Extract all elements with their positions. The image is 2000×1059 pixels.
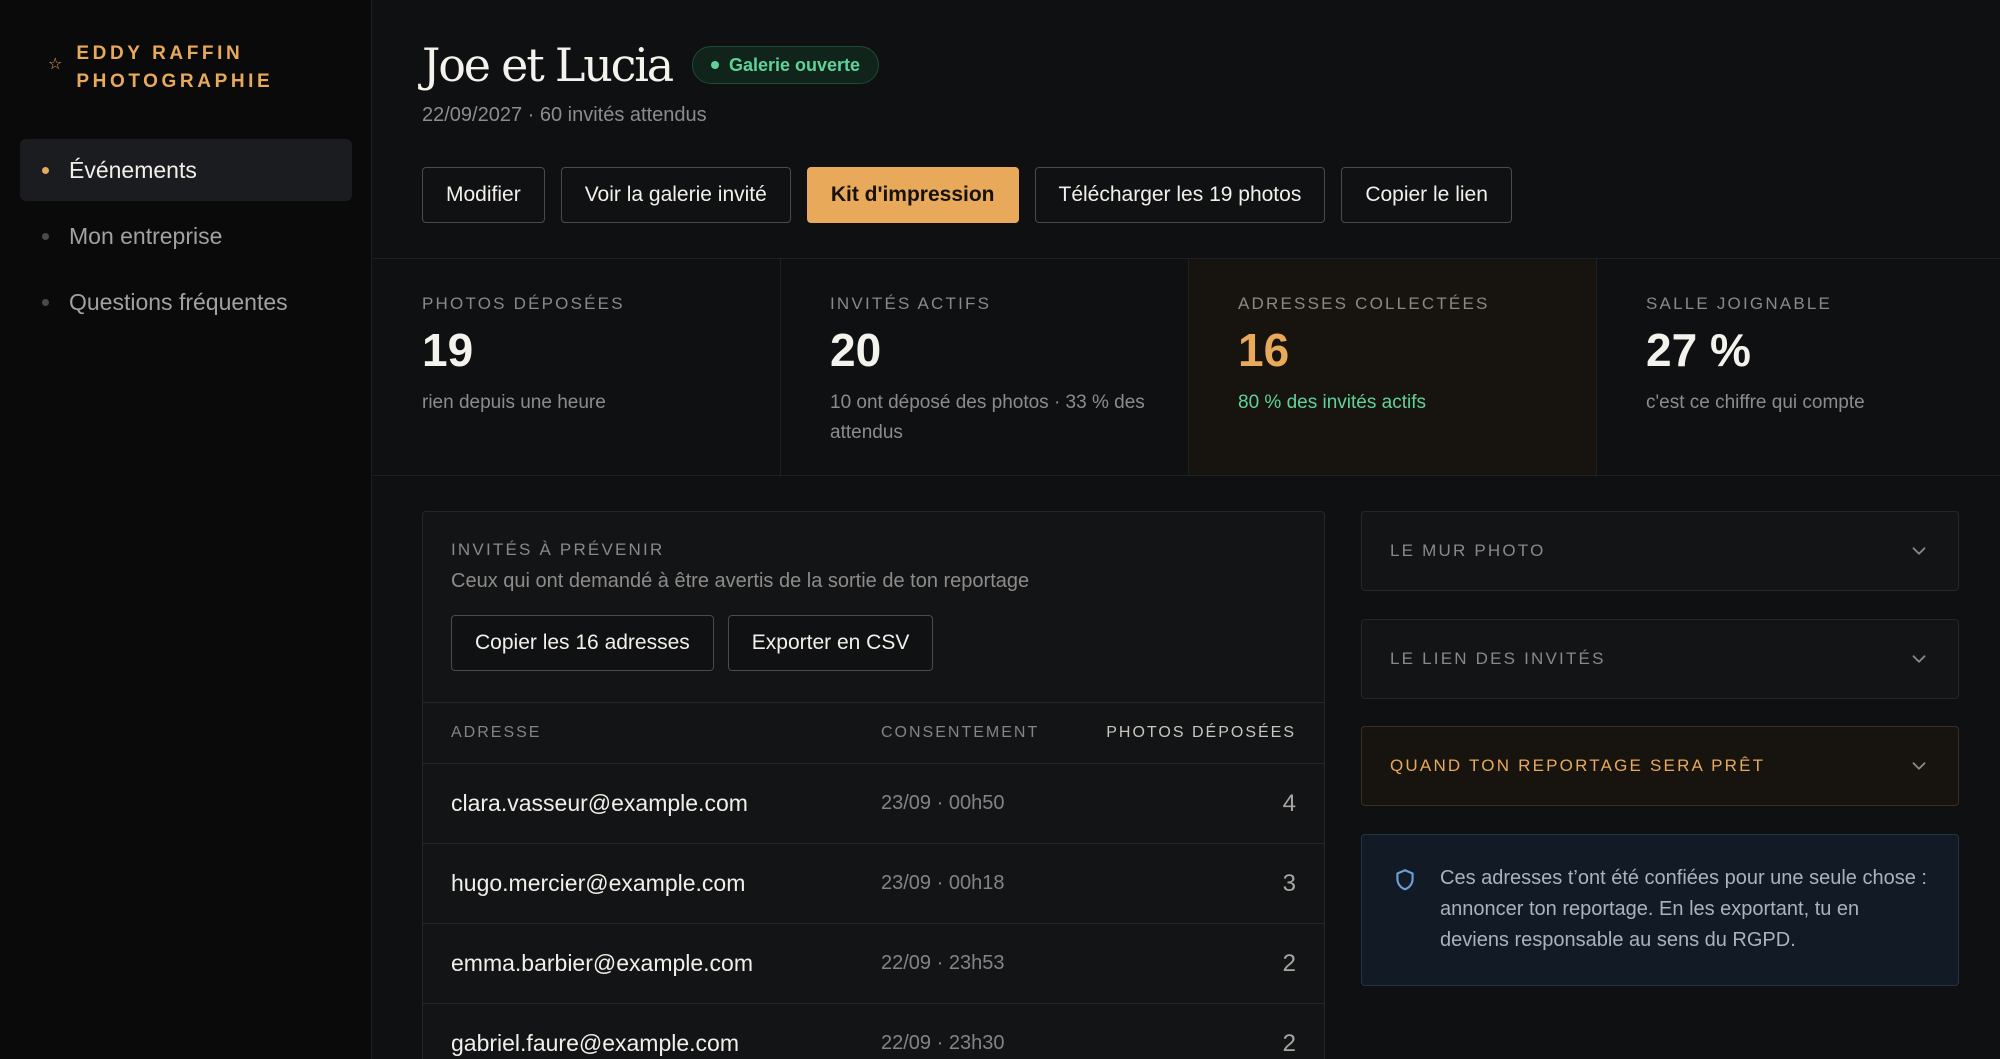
copy-addresses-button[interactable]: Copier les 16 adresses — [451, 615, 714, 671]
status-badge-label: Galerie ouverte — [728, 54, 861, 75]
action-toolbar: Modifier Voir la galerie invité Kit d'im… — [422, 167, 1512, 223]
cell-photos: 2 — [1282, 1029, 1296, 1057]
view-guest-gallery-button[interactable]: Voir la galerie invité — [560, 167, 791, 223]
guests-card: INVITÉS À PRÉVENIR Ceux qui ont demandé … — [422, 511, 1325, 1059]
cell-photos: 3 — [1282, 869, 1296, 897]
notice-text: Ces adresses t’ont été confiées pour une… — [1440, 867, 1927, 951]
sidebar: ☆ EDDY RAFFIN PHOTOGRAPHIE Événements Mo… — [0, 0, 372, 1059]
gdpr-notice: Ces adresses t’ont été confiées pour une… — [1361, 834, 1959, 986]
stat-note: 10 ont déposé des photos · 33 % des atte… — [830, 392, 1145, 443]
copy-link-button[interactable]: Copier le lien — [1341, 167, 1512, 223]
chevron-down-icon — [1912, 655, 1926, 663]
stat-active-guests: INVITÉS ACTIFS 20 10 ont déposé des phot… — [781, 259, 1189, 475]
stat-value: 19 — [422, 324, 474, 376]
stat-addresses: ADRESSES COLLECTÉES 16 80 % des invités … — [1189, 259, 1597, 475]
status-badge: Galerie ouverte — [691, 46, 880, 84]
print-kit-button[interactable]: Kit d'impression — [806, 167, 1019, 223]
stat-value: 20 — [830, 324, 882, 376]
cell-consent: 22/09 · 23h53 — [881, 952, 1005, 974]
cell-address: gabriel.faure@example.com — [451, 1030, 739, 1056]
stat-note: rien depuis une heure — [422, 392, 606, 413]
bullet-icon — [42, 298, 49, 306]
sidebar-item-questions-frequentes[interactable]: Questions fréquentes — [20, 271, 352, 333]
table-row: emma.barbier@example.com 22/09 · 23h53 2 — [423, 924, 1324, 1004]
accordion-label: LE MUR PHOTO — [1390, 541, 1546, 560]
cell-address: hugo.mercier@example.com — [451, 870, 746, 896]
sidebar-item-label: Questions fréquentes — [69, 288, 288, 315]
report-ready-accordion[interactable]: QUAND TON REPORTAGE SERA PRÊT — [1361, 726, 1959, 806]
main-content: Joe et Lucia Galerie ouverte 22/09/2027 … — [373, 0, 2000, 1059]
sidebar-item-mon-entreprise[interactable]: Mon entreprise — [20, 205, 352, 267]
table-row: hugo.mercier@example.com 23/09 · 00h18 3 — [423, 844, 1324, 924]
sidebar-item-label: Mon entreprise — [69, 222, 223, 249]
stat-value: 16 — [1238, 324, 1290, 376]
stat-label: ADRESSES COLLECTÉES — [1238, 294, 1490, 313]
cell-address: emma.barbier@example.com — [451, 950, 754, 976]
page-title: Joe et Lucia — [422, 38, 674, 92]
export-csv-button[interactable]: Exporter en CSV — [727, 615, 934, 671]
table-row: clara.vasseur@example.com 23/09 · 00h50 … — [423, 764, 1324, 844]
brand-name: EDDY RAFFIN PHOTOGRAPHIE — [76, 43, 274, 92]
star-icon: ☆ — [48, 56, 63, 73]
sidebar-item-evenements[interactable]: Événements — [20, 139, 352, 201]
edit-button[interactable]: Modifier — [422, 167, 545, 223]
card-title: INVITÉS À PRÉVENIR — [451, 540, 665, 559]
table-header: ADRESSE CONSENTEMENT PHOTOS DÉPOSÉES — [423, 703, 1324, 764]
table-row: gabriel.faure@example.com 22/09 · 23h30 … — [423, 1004, 1324, 1059]
cell-photos: 4 — [1282, 789, 1296, 817]
card-actions: Copier les 16 adresses Exporter en CSV — [451, 615, 1296, 671]
card-subtitle: Ceux qui ont demandé à être avertis de l… — [451, 570, 1030, 592]
download-photos-button[interactable]: Télécharger les 19 photos — [1034, 167, 1326, 223]
cell-consent: 23/09 · 00h50 — [881, 792, 1005, 814]
stat-note: 80 % des invités actifs — [1238, 392, 1426, 413]
event-header: Joe et Lucia Galerie ouverte 22/09/2027 … — [422, 38, 880, 127]
stat-photos: PHOTOS DÉPOSÉES 19 rien depuis une heure — [373, 259, 781, 475]
accordion-label: LE LIEN DES INVITÉS — [1390, 649, 1606, 668]
event-subtitle: 22/09/2027 · 60 invités attendus — [422, 104, 707, 126]
guest-link-accordion[interactable]: LE LIEN DES INVITÉS — [1361, 619, 1959, 699]
sidebar-item-label: Événements — [69, 156, 197, 183]
stat-value: 27 % — [1646, 324, 1751, 376]
chevron-down-icon — [1912, 762, 1926, 770]
photo-wall-accordion[interactable]: LE MUR PHOTO — [1361, 511, 1959, 591]
cell-consent: 23/09 · 00h18 — [881, 872, 1005, 894]
bullet-icon — [42, 232, 49, 240]
cell-consent: 22/09 · 23h30 — [881, 1032, 1005, 1054]
stat-label: SALLE JOIGNABLE — [1646, 294, 1833, 313]
column-header-consent: CONSENTEMENT — [881, 724, 1040, 741]
stats-bar: PHOTOS DÉPOSÉES 19 rien depuis une heure… — [373, 258, 2000, 476]
cell-address: clara.vasseur@example.com — [451, 790, 748, 816]
column-header-photos[interactable]: PHOTOS DÉPOSÉES — [1081, 724, 1296, 742]
title-row: Joe et Lucia Galerie ouverte — [422, 38, 880, 92]
chevron-down-icon — [1912, 547, 1926, 555]
stat-reachable: SALLE JOIGNABLE 27 % c'est ce chiffre qu… — [1597, 259, 2000, 475]
status-dot-icon — [710, 61, 719, 69]
guests-card-header: INVITÉS À PRÉVENIR Ceux qui ont demandé … — [423, 512, 1324, 703]
shield-icon — [1396, 869, 1414, 891]
column-header-address: ADRESSE — [451, 724, 542, 741]
accordion-label: QUAND TON REPORTAGE SERA PRÊT — [1390, 756, 1766, 775]
stat-label: PHOTOS DÉPOSÉES — [422, 294, 625, 313]
cell-photos: 2 — [1282, 949, 1296, 977]
stat-label: INVITÉS ACTIFS — [830, 294, 992, 313]
sidebar-nav: Événements Mon entreprise Questions fréq… — [20, 139, 352, 337]
brand[interactable]: ☆ EDDY RAFFIN PHOTOGRAPHIE — [48, 40, 296, 96]
bullet-icon — [42, 166, 49, 174]
stat-note: c'est ce chiffre qui compte — [1646, 392, 1865, 413]
